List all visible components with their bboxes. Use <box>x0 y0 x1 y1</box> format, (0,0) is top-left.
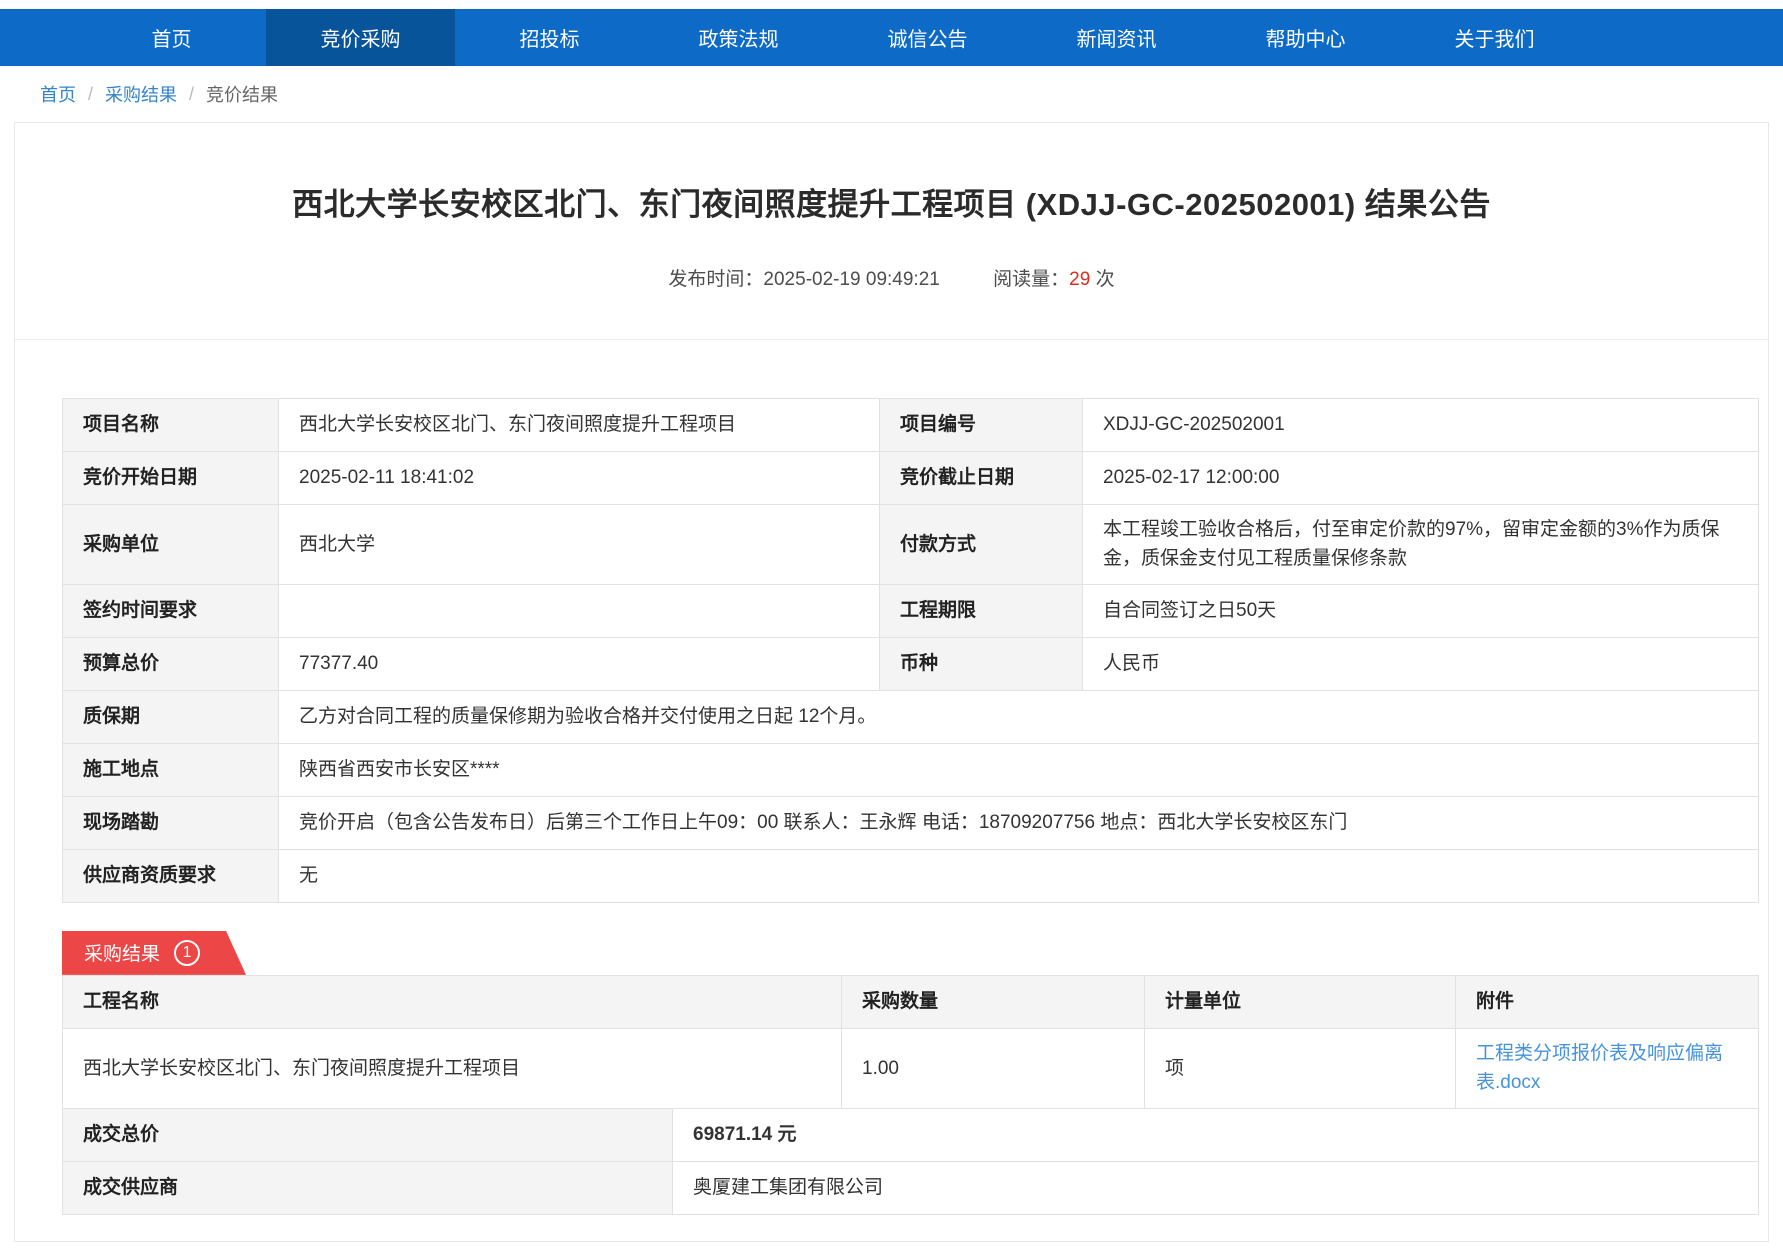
table-row: 现场踏勘 竞价开启（包含公告发布日）后第三个工作日上午09：00 联系人：王永辉… <box>63 796 1759 849</box>
qualification-value: 无 <box>279 849 1759 902</box>
breadcrumb: 首页 / 采购结果 / 竞价结果 <box>0 66 1783 122</box>
table-row: 竞价开始日期 2025-02-11 18:41:02 竞价截止日期 2025-0… <box>63 452 1759 505</box>
views-unit: 次 <box>1096 269 1115 290</box>
table-row: 供应商资质要求 无 <box>63 849 1759 902</box>
procurement-result-table: 工程名称 采购数量 计量单位 附件 西北大学长安校区北门、东门夜间照度提升工程项… <box>62 975 1759 1109</box>
table-row: 采购单位 西北大学 付款方式 本工程竣工验收合格后，付至审定价款的97%，留审定… <box>63 505 1759 585</box>
table-row: 预算总价 77377.40 币种 人民币 <box>63 637 1759 690</box>
buyer-value: 西北大学 <box>279 505 880 585</box>
deal-supplier-label: 成交供应商 <box>63 1161 673 1214</box>
col-header-quantity: 采购数量 <box>842 975 1145 1028</box>
budget-label: 预算总价 <box>63 637 279 690</box>
currency-label: 币种 <box>880 637 1083 690</box>
nav-item-news[interactable]: 新闻资讯 <box>1022 9 1211 66</box>
bid-start-value: 2025-02-11 18:41:02 <box>279 452 880 505</box>
attachment-link[interactable]: 工程类分项报价表及响应偏离表.docx <box>1476 1043 1723 1093</box>
page-title: 西北大学长安校区北门、东门夜间照度提升工程项目 (XDJJ-GC-2025020… <box>15 179 1768 224</box>
table-header-row: 工程名称 采购数量 计量单位 附件 <box>63 975 1759 1028</box>
budget-value: 77377.40 <box>279 637 880 690</box>
project-no-value: XDJJ-GC-202502001 <box>1083 399 1759 452</box>
table-row: 签约时间要求 工程期限 自合同签订之日50天 <box>63 584 1759 637</box>
table-row: 施工地点 陕西省西安市长安区**** <box>63 743 1759 796</box>
top-navigation: 首页 竞价采购 招投标 政策法规 诚信公告 新闻资讯 帮助中心 关于我们 <box>0 9 1783 66</box>
survey-label: 现场踏勘 <box>63 796 279 849</box>
content-card: 西北大学长安校区北门、东门夜间照度提升工程项目 (XDJJ-GC-2025020… <box>14 122 1769 1242</box>
result-project-name: 西北大学长安校区北门、东门夜间照度提升工程项目 <box>63 1028 842 1108</box>
breadcrumb-separator: / <box>88 84 93 105</box>
duration-label: 工程期限 <box>880 584 1083 637</box>
duration-value: 自合同签订之日50天 <box>1083 584 1759 637</box>
col-header-unit: 计量单位 <box>1145 975 1456 1028</box>
bid-deadline-label: 竞价截止日期 <box>880 452 1083 505</box>
views-count: 29 <box>1069 269 1090 290</box>
publish-time-value: 2025-02-19 09:49:21 <box>763 269 939 290</box>
views-label: 阅读量： <box>993 269 1069 290</box>
publish-time-label: 发布时间： <box>668 269 763 290</box>
nav-item-bidding-procurement[interactable]: 竞价采购 <box>266 9 455 66</box>
warranty-value: 乙方对合同工程的质量保修期为验收合格并交付使用之日起 12个月。 <box>279 690 1759 743</box>
deal-total-label: 成交总价 <box>63 1108 673 1161</box>
nav-item-help-center[interactable]: 帮助中心 <box>1211 9 1400 66</box>
nav-item-home[interactable]: 首页 <box>77 9 266 66</box>
table-row: 西北大学长安校区北门、东门夜间照度提升工程项目 1.00 项 工程类分项报价表及… <box>63 1028 1759 1108</box>
site-label: 施工地点 <box>63 743 279 796</box>
table-row: 成交供应商 奥厦建工集团有限公司 <box>63 1161 1759 1214</box>
deal-summary-table: 成交总价 69871.14 元 成交供应商 奥厦建工集团有限公司 <box>62 1108 1759 1215</box>
site-value: 陕西省西安市长安区**** <box>279 743 1759 796</box>
payment-value: 本工程竣工验收合格后，付至审定价款的97%，留审定金额的3%作为质保金，质保金支… <box>1083 505 1759 585</box>
bid-start-label: 竞价开始日期 <box>63 452 279 505</box>
views-group: 阅读量：29 次 <box>993 269 1114 290</box>
project-details-table: 项目名称 西北大学长安校区北门、东门夜间照度提升工程项目 项目编号 XDJJ-G… <box>62 398 1759 903</box>
breadcrumb-current: 竞价结果 <box>206 81 278 107</box>
project-name-value: 西北大学长安校区北门、东门夜间照度提升工程项目 <box>279 399 880 452</box>
nav-item-policies[interactable]: 政策法规 <box>644 9 833 66</box>
project-name-label: 项目名称 <box>63 399 279 452</box>
deal-total-value: 69871.14 元 <box>673 1108 1759 1161</box>
sign-time-value <box>279 584 880 637</box>
deal-supplier-value: 奥厦建工集团有限公司 <box>673 1161 1759 1214</box>
payment-label: 付款方式 <box>880 505 1083 585</box>
qualification-label: 供应商资质要求 <box>63 849 279 902</box>
result-count-badge: 1 <box>174 940 200 966</box>
table-row: 项目名称 西北大学长安校区北门、东门夜间照度提升工程项目 项目编号 XDJJ-G… <box>63 399 1759 452</box>
breadcrumb-procurement-results-link[interactable]: 采购结果 <box>105 81 177 107</box>
article-header: 西北大学长安校区北门、东门夜间照度提升工程项目 (XDJJ-GC-2025020… <box>15 123 1768 340</box>
procurement-result-tag: 采购结果 1 <box>62 931 246 975</box>
result-attachment-cell: 工程类分项报价表及响应偏离表.docx <box>1456 1028 1759 1108</box>
currency-value: 人民币 <box>1083 637 1759 690</box>
table-row: 质保期 乙方对合同工程的质量保修期为验收合格并交付使用之日起 12个月。 <box>63 690 1759 743</box>
project-no-label: 项目编号 <box>880 399 1083 452</box>
result-unit: 项 <box>1145 1028 1456 1108</box>
procurement-result-tag-label: 采购结果 <box>84 939 160 966</box>
sign-time-label: 签约时间要求 <box>63 584 279 637</box>
nav-item-integrity-notice[interactable]: 诚信公告 <box>833 9 1022 66</box>
result-quantity: 1.00 <box>842 1028 1145 1108</box>
col-header-attachment: 附件 <box>1456 975 1759 1028</box>
nav-item-about-us[interactable]: 关于我们 <box>1400 9 1589 66</box>
col-header-project-name: 工程名称 <box>63 975 842 1028</box>
survey-value: 竞价开启（包含公告发布日）后第三个工作日上午09：00 联系人：王永辉 电话：1… <box>279 796 1759 849</box>
breadcrumb-home-link[interactable]: 首页 <box>40 81 76 107</box>
article-meta: 发布时间：2025-02-19 09:49:21 阅读量：29 次 <box>15 264 1768 339</box>
buyer-label: 采购单位 <box>63 505 279 585</box>
bid-deadline-value: 2025-02-17 12:00:00 <box>1083 452 1759 505</box>
breadcrumb-separator: / <box>189 84 194 105</box>
table-row: 成交总价 69871.14 元 <box>63 1108 1759 1161</box>
nav-item-tendering[interactable]: 招投标 <box>455 9 644 66</box>
warranty-label: 质保期 <box>63 690 279 743</box>
result-section-header: 采购结果 1 <box>62 931 1768 975</box>
